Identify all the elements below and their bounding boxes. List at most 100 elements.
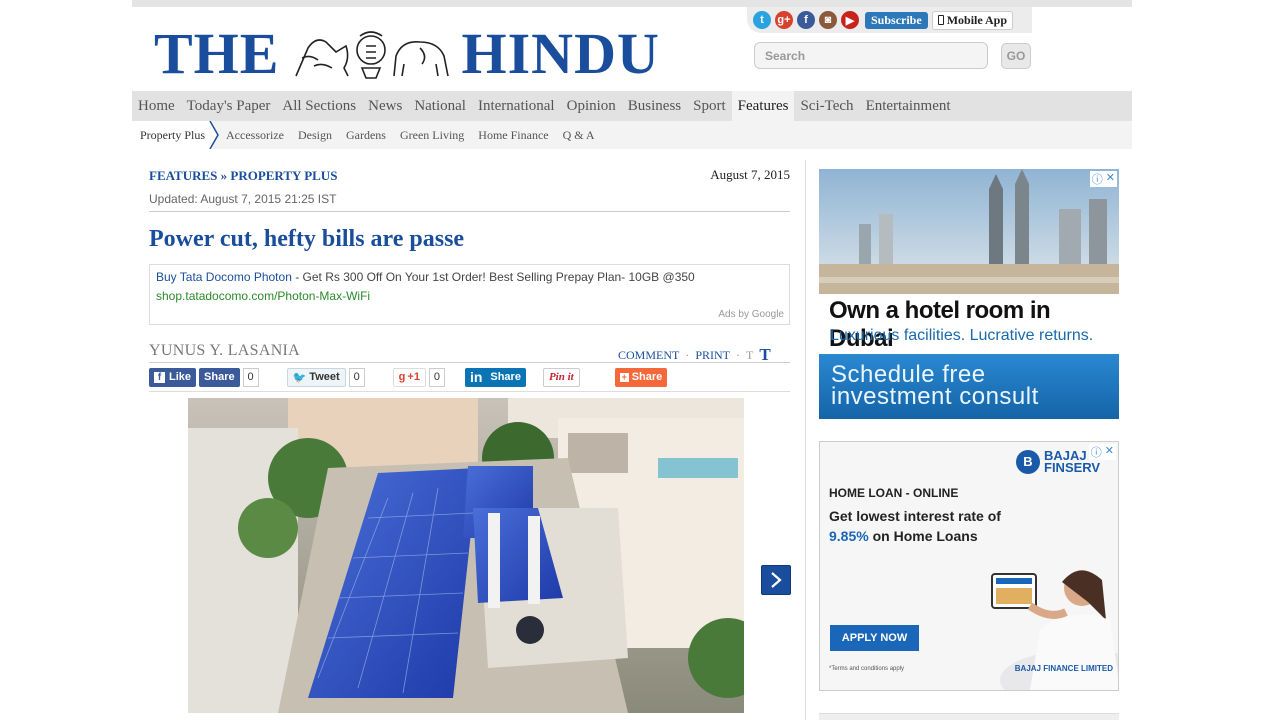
- ad-subheadline: Luxurious facilities. Lucrative returns.: [830, 327, 1094, 344]
- ad-line: Buy Tata Docomo Photon - Get Rs 300 Off …: [156, 270, 695, 284]
- main-nav: Home Today's Paper All Sections News Nat…: [132, 91, 1132, 121]
- addthis-share-button[interactable]: + Share: [614, 367, 668, 387]
- tweet-count: 0: [348, 367, 365, 387]
- nav-sport[interactable]: Sport: [687, 91, 732, 121]
- facebook-like-button[interactable]: f Like: [149, 367, 197, 387]
- google-plus-one-button[interactable]: g +1: [392, 367, 426, 387]
- ad-url[interactable]: shop.tatadocomo.com/Photon-Max-WiFi: [156, 289, 370, 303]
- bajaj-brand-2: FINSERV: [1044, 460, 1101, 475]
- top-strip: [132, 0, 1132, 7]
- nav-entertainment[interactable]: Entertainment: [860, 91, 957, 121]
- like-label: Like: [169, 371, 192, 383]
- search-input[interactable]: Search: [754, 42, 988, 69]
- mobile-app-label: Mobile App: [946, 12, 1008, 27]
- subnav-gardens[interactable]: Gardens: [339, 128, 393, 143]
- google-plus-count: 0: [428, 367, 445, 387]
- ad-choices-icon[interactable]: ⓘ ✕: [1089, 171, 1117, 187]
- nav-national[interactable]: National: [408, 91, 472, 121]
- facebook-share-button[interactable]: Share: [199, 367, 240, 387]
- share-bar: f Like Share 0 🐦 Tweet 0 g +1 0 in Share…: [149, 367, 790, 387]
- bajaj-finance-label: BAJAJ FINANCE LIMITED: [1014, 664, 1113, 673]
- twitter-icon[interactable]: t: [753, 11, 771, 29]
- article-photo[interactable]: [188, 398, 744, 713]
- subnav-property-plus-label: Property Plus: [140, 128, 206, 142]
- search-go-button[interactable]: GO: [1001, 43, 1031, 69]
- breadcrumb[interactable]: FEATURES » PROPERTY PLUS: [149, 168, 337, 184]
- sub-nav: Property Plus Accessorize Design Gardens…: [132, 121, 1132, 149]
- logo-word-the: THE: [154, 21, 280, 86]
- nav-sci-tech[interactable]: Sci-Tech: [794, 91, 859, 121]
- ad-product: HOME LOAN - ONLINE: [829, 486, 959, 500]
- linkedin-icon: in: [469, 369, 483, 385]
- nav-international[interactable]: International: [472, 91, 561, 121]
- crest-icon: [294, 31, 449, 79]
- publish-date: August 7, 2015: [710, 167, 790, 182]
- youtube-icon[interactable]: ▶: [841, 11, 859, 29]
- divider: [149, 391, 790, 392]
- subnav-qa[interactable]: Q & A: [556, 128, 602, 143]
- print-link[interactable]: PRINT: [695, 348, 730, 363]
- next-photo-button[interactable]: [761, 565, 791, 595]
- updated-timestamp: Updated: August 7, 2015 21:25 IST: [149, 192, 337, 206]
- divider: [149, 362, 790, 363]
- phone-icon: [937, 15, 944, 25]
- chevron-right-icon: [209, 121, 219, 149]
- terms-note: *Terms and conditions apply: [829, 666, 905, 672]
- ad-description: Get Rs 300 Off On Your 1st Order! Best S…: [302, 270, 695, 284]
- column-divider: [805, 160, 806, 720]
- plus-icon: +: [619, 372, 629, 382]
- nav-business[interactable]: Business: [622, 91, 687, 121]
- bajaj-home-loan-ad[interactable]: ⓘ ✕ B BAJAJ FINSERV HOME LOAN - ONLINE Get…: [819, 441, 1119, 691]
- mobile-app-button[interactable]: Mobile App: [931, 10, 1014, 30]
- ad-offer-suffix: on Home Loans: [868, 528, 978, 544]
- nav-todays-paper[interactable]: Today's Paper: [181, 91, 277, 121]
- text-decrease-button[interactable]: T: [746, 348, 753, 363]
- nav-news[interactable]: News: [362, 91, 408, 121]
- comment-link[interactable]: COMMENT: [618, 348, 679, 363]
- google-plus-icon[interactable]: g+: [775, 11, 793, 29]
- ad-offer: Get lowest interest rate of 9.85% on Hom…: [829, 506, 1029, 546]
- author-byline[interactable]: YUNUS Y. LASANIA: [149, 342, 300, 360]
- nav-home[interactable]: Home: [132, 91, 181, 121]
- nav-all-sections[interactable]: All Sections: [276, 91, 362, 121]
- plus-one-label: +1: [407, 371, 420, 383]
- google-g-icon: g: [398, 371, 406, 383]
- linkedin-share-label: Share: [490, 371, 521, 383]
- next-ad-slot[interactable]: [819, 713, 1119, 720]
- tweet-button[interactable]: 🐦 Tweet: [286, 367, 346, 387]
- subscribe-button[interactable]: Subscribe: [865, 11, 928, 29]
- google-text-ad[interactable]: Buy Tata Docomo Photon - Get Rs 300 Off …: [149, 264, 790, 325]
- addthis-share-label: Share: [631, 371, 663, 383]
- subnav-property-plus[interactable]: Property Plus: [132, 121, 219, 149]
- dubai-hotel-ad[interactable]: ⓘ ✕ Own a hotel room in Dubai Luxurious f…: [819, 169, 1119, 419]
- nav-opinion[interactable]: Opinion: [561, 91, 622, 121]
- schedule-consult-button[interactable]: Schedule free investment consult: [819, 354, 1119, 419]
- article-title: Power cut, hefty bills are passe: [149, 226, 465, 252]
- ad-link[interactable]: Buy Tata Docomo Photon: [156, 270, 292, 284]
- apply-now-button[interactable]: APPLY NOW: [830, 625, 919, 651]
- logo-word-hindu: HINDU: [461, 21, 660, 86]
- solar-rooftop-image: [188, 398, 744, 713]
- subnav-design[interactable]: Design: [291, 128, 339, 143]
- tools-separator: ·: [736, 347, 741, 362]
- twitter-bird-icon: 🐦: [292, 371, 307, 384]
- nav-features[interactable]: Features: [731, 91, 795, 121]
- divider: [149, 211, 790, 212]
- facebook-icon: f: [154, 371, 165, 383]
- facebook-icon[interactable]: f: [797, 11, 815, 29]
- page: THE HINDU t g+ f ◙ ▶ Subscribe Mobile Ap…: [132, 0, 1132, 720]
- site-logo[interactable]: THE HINDU: [154, 24, 660, 84]
- tools-separator: ·: [685, 347, 690, 362]
- subnav-green-living[interactable]: Green Living: [393, 128, 471, 143]
- ads-by-google[interactable]: Ads by Google: [718, 309, 784, 320]
- chevron-right-icon: [771, 572, 782, 588]
- ad-offer-text: Get lowest interest rate of: [829, 508, 1001, 524]
- subnav-accessorize[interactable]: Accessorize: [219, 128, 291, 143]
- subnav-home-finance[interactable]: Home Finance: [471, 128, 555, 143]
- linkedin-share-button[interactable]: in Share: [464, 367, 526, 387]
- ad-dash: -: [291, 270, 303, 284]
- tweet-label: Tweet: [309, 371, 340, 383]
- cta-line-2: investment consult: [831, 383, 1039, 410]
- pinterest-pin-button[interactable]: Pin it: [542, 367, 580, 387]
- instagram-icon[interactable]: ◙: [819, 11, 837, 29]
